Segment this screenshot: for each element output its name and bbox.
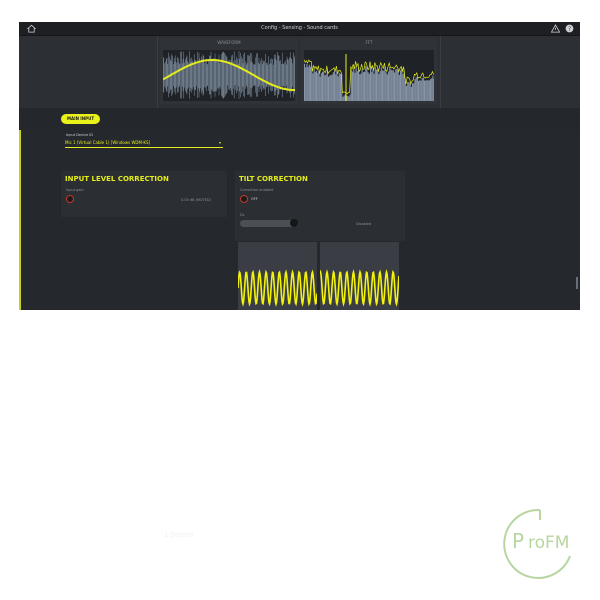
dc-slider-thumb[interactable] (290, 219, 298, 227)
logo-text: roFM (528, 533, 569, 553)
strip-divider (157, 36, 158, 108)
dc-slider-label: Dc (240, 213, 245, 217)
tilt-wave-panel-right (319, 242, 400, 310)
tilt-wave-panel-left (237, 242, 318, 310)
faint-footer-text: 1 Stereo (164, 531, 194, 539)
input-device-value: Mic 1 (Virtual Cable 1) [Windows WDM-KS] (65, 140, 151, 145)
input-device-label: Input Device ID (66, 133, 93, 137)
correction-toggle-knob[interactable] (240, 195, 248, 203)
logo-letter: P (512, 529, 524, 553)
chevron-down-icon: ▾ (218, 140, 221, 145)
scope-strip (19, 36, 580, 108)
title-bar: Config - Sensing - Sound cards ? (19, 22, 580, 36)
input-device-select[interactable]: Mic 1 (Virtual Cable 1) [Windows WDM-KS]… (65, 139, 223, 148)
fft-scope: FFT (301, 38, 437, 104)
input-gain-knob[interactable] (66, 195, 74, 203)
tilt-wave-right (319, 269, 400, 307)
waveform-scope: WAVEFORM (160, 38, 298, 104)
help-icon[interactable]: ? (565, 24, 574, 33)
scope-label-fft: FFT (365, 40, 373, 45)
scope-label-waveform: WAVEFORM (217, 40, 241, 45)
svg-text:?: ? (568, 27, 571, 33)
waveform-screen (162, 50, 296, 101)
fft-plot (303, 54, 435, 101)
fft-screen (303, 50, 435, 101)
tab-main-input[interactable]: MAIN INPUT (61, 114, 101, 124)
input-gain-value: 0.00 dB (MUTED) (181, 198, 211, 202)
input-gain-label: Input gain (66, 188, 84, 192)
input-level-title: INPUT LEVEL CORRECTION (65, 175, 169, 183)
window-title: Config - Sensing - Sound cards (261, 25, 338, 31)
waveform-plot (162, 51, 296, 99)
correction-enabled-label: Correction enabled (240, 188, 274, 192)
dc-slider-readout: Disabled (356, 222, 372, 226)
active-section-bar (19, 130, 21, 310)
correction-toggle-state[interactable]: OFF (251, 197, 258, 202)
tab-band (19, 108, 580, 130)
strip-divider (440, 36, 441, 108)
tilt-wave-left (237, 269, 318, 307)
tilt-title: TILT CORRECTION (239, 175, 308, 183)
vertical-scrollbar[interactable] (576, 277, 578, 289)
warning-icon[interactable] (551, 24, 560, 33)
profm-logo: P roFM (503, 508, 571, 579)
